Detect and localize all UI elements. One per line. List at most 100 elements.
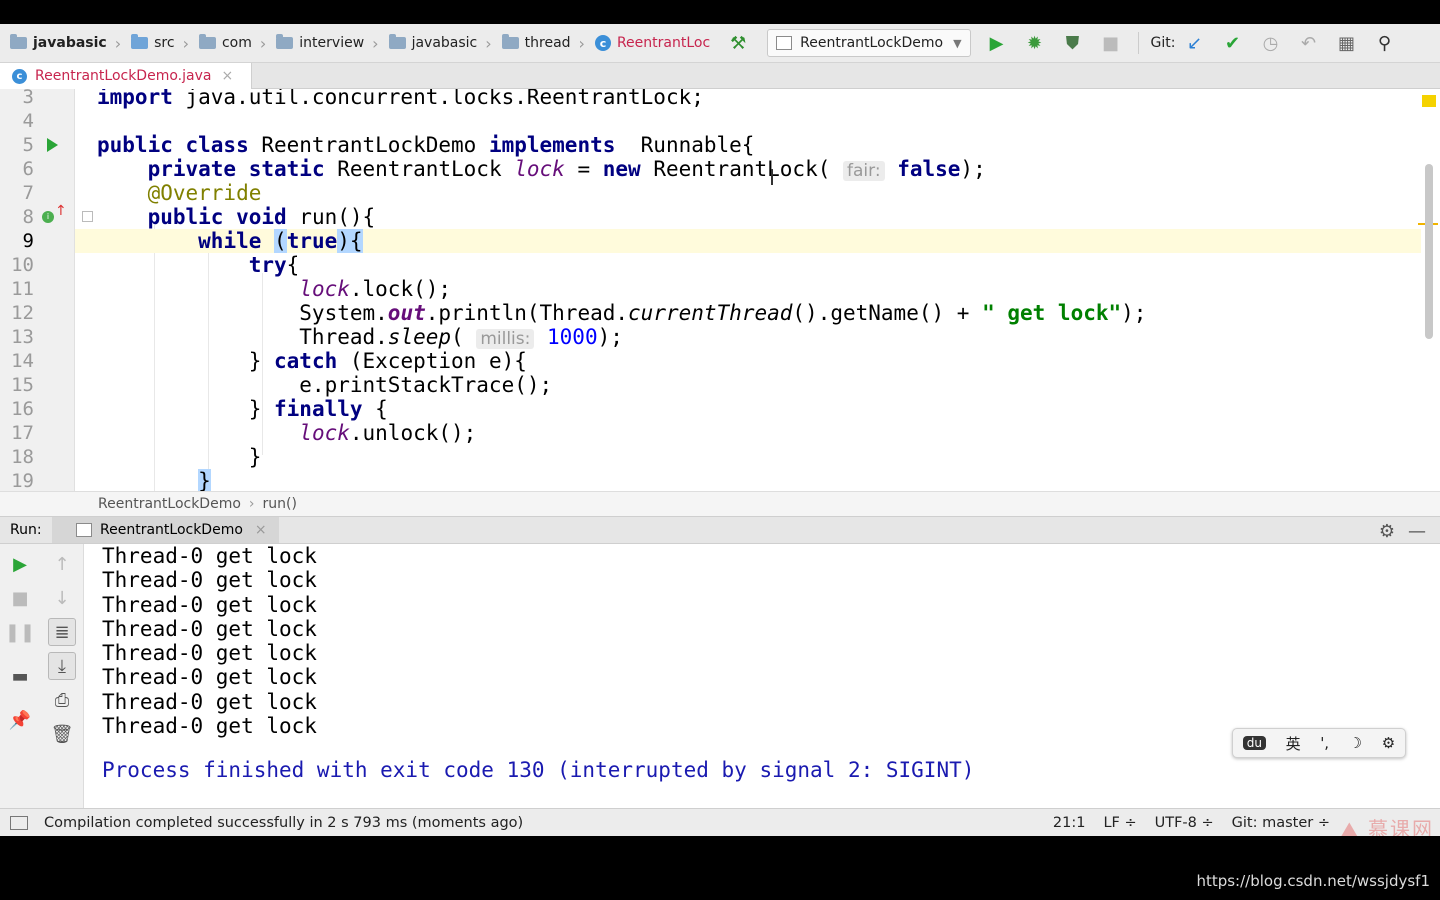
line-number: 11	[11, 278, 34, 300]
status-message[interactable]: Compilation completed successfully in 2 …	[44, 815, 523, 831]
caret-position[interactable]: 21:1	[1053, 815, 1086, 831]
console-line: Thread-0 get lock	[102, 714, 317, 739]
arrow-up-icon[interactable]: ↑	[48, 550, 76, 578]
line-number: 17	[11, 422, 34, 444]
stop-icon[interactable]: ■	[6, 584, 34, 612]
rerun-icon[interactable]: ▶	[6, 550, 34, 578]
analysis-status-marker[interactable]	[1422, 95, 1436, 107]
editor-scrollbar[interactable]	[1425, 164, 1433, 339]
breadcrumb-method[interactable]: run()	[263, 496, 297, 512]
history-icon[interactable]: ◷	[1256, 29, 1284, 57]
close-icon[interactable]: ×	[221, 68, 233, 84]
blog-url-watermark: https://blog.csdn.net/wssjdysf1	[1196, 872, 1430, 890]
package-icon	[276, 34, 294, 49]
nav-crumb-src[interactable]: src ›	[121, 24, 189, 62]
nav-crumb-com[interactable]: com ›	[189, 24, 266, 62]
package-icon	[198, 34, 216, 49]
editor-tab-reentrantlockdemo[interactable]: c ReentrantLockDemo.java ×	[0, 63, 252, 89]
nav-crumb-javabasic[interactable]: javabasic ›	[379, 24, 492, 62]
run-panel-header: Run: ReentrantLockDemo × ⚙ —	[0, 516, 1440, 544]
pause-icon[interactable]: ❚❚	[5, 618, 35, 646]
console-output[interactable]: Thread-0 get lock Thread-0 get lock Thre…	[102, 544, 1422, 808]
trash-icon[interactable]: 🗑	[48, 720, 76, 748]
project-structure-icon[interactable]: ▦	[1332, 29, 1360, 57]
run-icon[interactable]: ▶	[983, 29, 1011, 57]
run-panel: ▶ ↑ ■ ↓ ❚❚ ≣ ▬ ⤓ ⎙ 📌 🗑 Thread-0 get lock…	[0, 544, 1440, 808]
mouse-text-cursor	[771, 169, 773, 185]
code-lines: import java.util.concurrent.locks.Reentr…	[75, 89, 1421, 491]
ime-language-toggle[interactable]: 英	[1286, 733, 1301, 754]
run-toolbar: ▶ ↑ ■ ↓ ❚❚ ≣ ▬ ⤓ ⎙ 📌 🗑	[0, 544, 84, 808]
code-line-current: while (true){	[75, 229, 1421, 253]
line-number: 19	[11, 470, 34, 491]
soft-wrap-icon[interactable]: ≣	[48, 618, 76, 646]
breadcrumb-class[interactable]: ReentrantLockDemo	[98, 496, 241, 512]
arrow-down-icon[interactable]: ↓	[48, 584, 76, 612]
run-tab-reentrantlockdemo[interactable]: ReentrantLockDemo ×	[52, 517, 279, 543]
run-class-icon[interactable]	[47, 138, 58, 152]
git-branch-select[interactable]: Git: master ÷	[1232, 815, 1330, 831]
code-editor[interactable]: 3 4 5 6 7 8 9 10 11 12 13 14 15 16 17 18…	[0, 89, 1440, 491]
folder-icon	[131, 34, 149, 49]
close-icon[interactable]: ×	[255, 522, 267, 538]
class-icon: c	[594, 35, 611, 51]
implements-method-icon[interactable]: i	[42, 211, 54, 223]
line-separator-select[interactable]: LF ÷	[1103, 815, 1136, 831]
console-line: Thread-0 get lock	[102, 665, 317, 690]
config-icon	[76, 523, 92, 537]
search-icon[interactable]: ⚲	[1370, 29, 1398, 57]
status-bar: Compilation completed successfully in 2 …	[0, 808, 1440, 836]
chevron-down-icon: ▼	[953, 36, 962, 50]
console-line: Thread-0 get lock	[102, 641, 317, 666]
stop-icon[interactable]: ■	[1097, 29, 1125, 57]
line-number: 4	[22, 110, 34, 132]
ime-logo-icon[interactable]: du	[1242, 736, 1267, 750]
nav-crumb-interview[interactable]: interview ›	[266, 24, 379, 62]
coverage-icon[interactable]: ⛊	[1059, 29, 1087, 57]
nav-crumb-class[interactable]: c ReentrantLoc	[585, 24, 710, 62]
gear-icon[interactable]: ⚙	[1382, 734, 1395, 752]
git-commit-icon[interactable]: ✔	[1218, 29, 1246, 57]
navigation-bar: javabasic › src › com › interview › java…	[0, 24, 1440, 63]
git-update-icon[interactable]: ↙	[1180, 29, 1208, 57]
run-configuration-select[interactable]: ReentrantLockDemo ▼	[767, 29, 971, 57]
editor-breadcrumb: ReentrantLockDemo › run()	[0, 491, 1440, 516]
moon-icon[interactable]: ☽	[1349, 734, 1362, 752]
line-number: 9	[22, 230, 34, 252]
tool-windows-icon[interactable]	[10, 815, 28, 830]
pin-icon[interactable]: 📌	[6, 706, 34, 734]
console-line: Thread-0 get lock	[102, 544, 317, 568]
line-number: 12	[11, 302, 34, 324]
package-icon	[388, 34, 406, 49]
param-hint-millis: millis:	[476, 329, 535, 349]
ime-toolbar: du 英 ', ☽ ⚙	[1232, 728, 1406, 758]
code-line: lock.unlock();	[299, 421, 477, 445]
nav-crumb-thread[interactable]: thread ›	[492, 24, 585, 62]
run-panel-title: Run:	[10, 522, 42, 538]
minimize-icon[interactable]: —	[1402, 521, 1432, 542]
code-line: private static ReentrantLock lock = new …	[147, 157, 986, 181]
code-line: lock.lock();	[299, 277, 452, 301]
editor-tab-bar: c ReentrantLockDemo.java ×	[0, 63, 1440, 89]
layout-icon[interactable]: ▬	[6, 662, 34, 690]
print-icon[interactable]: ⎙	[48, 686, 76, 714]
gear-icon[interactable]: ⚙	[1372, 521, 1402, 542]
build-hammer-icon[interactable]: ⚒	[724, 29, 752, 57]
console-line: Thread-0 get lock	[102, 689, 317, 714]
debug-icon[interactable]: ✹	[1021, 29, 1049, 57]
scroll-to-end-icon[interactable]: ⤓	[48, 652, 76, 680]
ime-punctuation-toggle[interactable]: ',	[1320, 734, 1329, 752]
package-icon	[501, 34, 519, 49]
line-number: 3	[22, 89, 34, 108]
code-line: Thread.sleep( millis: 1000);	[97, 325, 623, 349]
arrow-up-icon[interactable]: ↑	[55, 203, 67, 219]
console-line: Thread-0 get lock	[102, 616, 317, 641]
status-widgets: 21:1 LF ÷ UTF-8 ÷ Git: master ÷	[1035, 809, 1330, 836]
revert-icon[interactable]: ↶	[1294, 29, 1322, 57]
ide-window: javabasic › src › com › interview › java…	[0, 24, 1440, 836]
line-number: 5	[22, 134, 34, 156]
line-number: 6	[22, 158, 34, 180]
nav-crumb-project[interactable]: javabasic ›	[0, 24, 121, 62]
encoding-select[interactable]: UTF-8 ÷	[1155, 815, 1214, 831]
